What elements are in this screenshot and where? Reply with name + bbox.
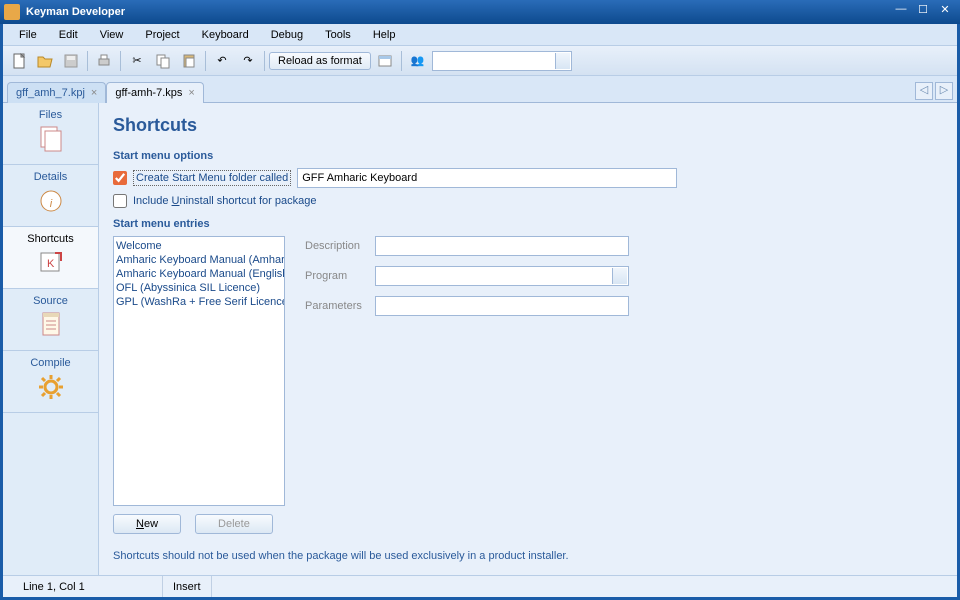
list-item[interactable]: Welcome [116,239,282,253]
delete-button[interactable]: Delete [195,514,273,534]
svg-text:K: K [47,258,55,270]
tabbar: gff_amh_7.kpj × gff-amh-7.kps × ◁ ▷ [3,76,957,102]
description-input[interactable] [375,236,629,256]
statusbar: Line 1, Col 1 Insert [3,575,957,597]
info-icon: i [37,187,65,215]
format-combo[interactable] [432,51,572,71]
description-label: Description [305,240,375,252]
window-icon[interactable] [373,50,397,72]
titlebar: Keyman Developer — ☐ ✕ [0,0,960,24]
include-uninstall-checkbox[interactable] [113,194,127,208]
maximize-button[interactable]: ☐ [912,3,934,21]
parameters-label: Parameters [305,300,375,312]
sidebar-item-shortcuts[interactable]: Shortcuts K [3,227,98,289]
copy-icon[interactable] [151,50,175,72]
tab-project-file[interactable]: gff_amh_7.kpj × [7,82,106,103]
program-label: Program [305,270,375,282]
tab-prev-icon[interactable]: ◁ [915,82,933,100]
section-start-menu-options: Start menu options [113,150,943,162]
menu-tools[interactable]: Tools [315,26,361,44]
folder-name-input[interactable] [297,168,677,188]
users-icon[interactable]: 👥 [406,50,430,72]
sidebar: Files Details i Shortcuts K Source Compi… [3,103,99,575]
create-folder-checkbox[interactable] [113,171,127,185]
undo-icon[interactable]: ↶ [210,50,234,72]
menu-file[interactable]: File [9,26,47,44]
sidebar-item-compile[interactable]: Compile [3,351,98,413]
cut-icon[interactable]: ✂ [125,50,149,72]
source-icon [37,311,65,339]
new-file-icon[interactable] [7,50,31,72]
app-title: Keyman Developer [26,6,890,18]
list-item[interactable]: OFL (Abyssinica SIL Licence) [116,281,282,295]
menu-project[interactable]: Project [135,26,189,44]
tab-next-icon[interactable]: ▷ [935,82,953,100]
status-mode: Insert [163,576,212,597]
menu-help[interactable]: Help [363,26,406,44]
gear-icon [37,373,65,401]
close-icon[interactable]: × [188,87,194,99]
list-item[interactable]: Amharic Keyboard Manual (English) [116,267,282,281]
print-icon[interactable] [92,50,116,72]
main-panel: Shortcuts Start menu options Create Star… [99,103,957,575]
list-item[interactable]: Amharic Keyboard Manual (Amharic) [116,253,282,267]
close-icon[interactable]: × [91,87,97,99]
open-file-icon[interactable] [33,50,57,72]
entries-listbox[interactable]: Welcome Amharic Keyboard Manual (Amharic… [113,236,285,506]
menu-debug[interactable]: Debug [261,26,313,44]
status-position: Line 1, Col 1 [13,576,163,597]
tab-package-file[interactable]: gff-amh-7.kps × [106,82,204,103]
app-icon [4,4,20,20]
redo-icon[interactable]: ↷ [236,50,260,72]
menu-keyboard[interactable]: Keyboard [192,26,259,44]
page-title: Shortcuts [113,115,943,136]
shortcuts-icon: K [37,249,65,277]
new-button[interactable]: New [113,514,181,534]
paste-icon[interactable] [177,50,201,72]
create-folder-label: Create Start Menu folder called [133,170,291,186]
files-icon [37,125,65,153]
menu-edit[interactable]: Edit [49,26,88,44]
program-combo[interactable] [375,266,629,286]
sidebar-item-details[interactable]: Details i [3,165,98,227]
reload-format-button[interactable]: Reload as format [269,52,371,70]
menu-view[interactable]: View [90,26,134,44]
parameters-input[interactable] [375,296,629,316]
hint-text: Shortcuts should not be used when the pa… [113,550,943,562]
menubar: File Edit View Project Keyboard Debug To… [3,24,957,46]
tab-label: gff_amh_7.kpj [16,87,85,99]
list-item[interactable]: GPL (WashRa + Free Serif Licence) [116,295,282,309]
save-icon[interactable] [59,50,83,72]
tab-label: gff-amh-7.kps [115,87,182,99]
close-button[interactable]: ✕ [934,3,956,21]
sidebar-item-source[interactable]: Source [3,289,98,351]
sidebar-item-files[interactable]: Files [3,103,98,165]
minimize-button[interactable]: — [890,3,912,21]
section-start-menu-entries: Start menu entries [113,218,943,230]
toolbar: ✂ ↶ ↷ Reload as format 👥 [3,46,957,76]
include-uninstall-label: Include Uninstall shortcut for package [133,195,316,207]
